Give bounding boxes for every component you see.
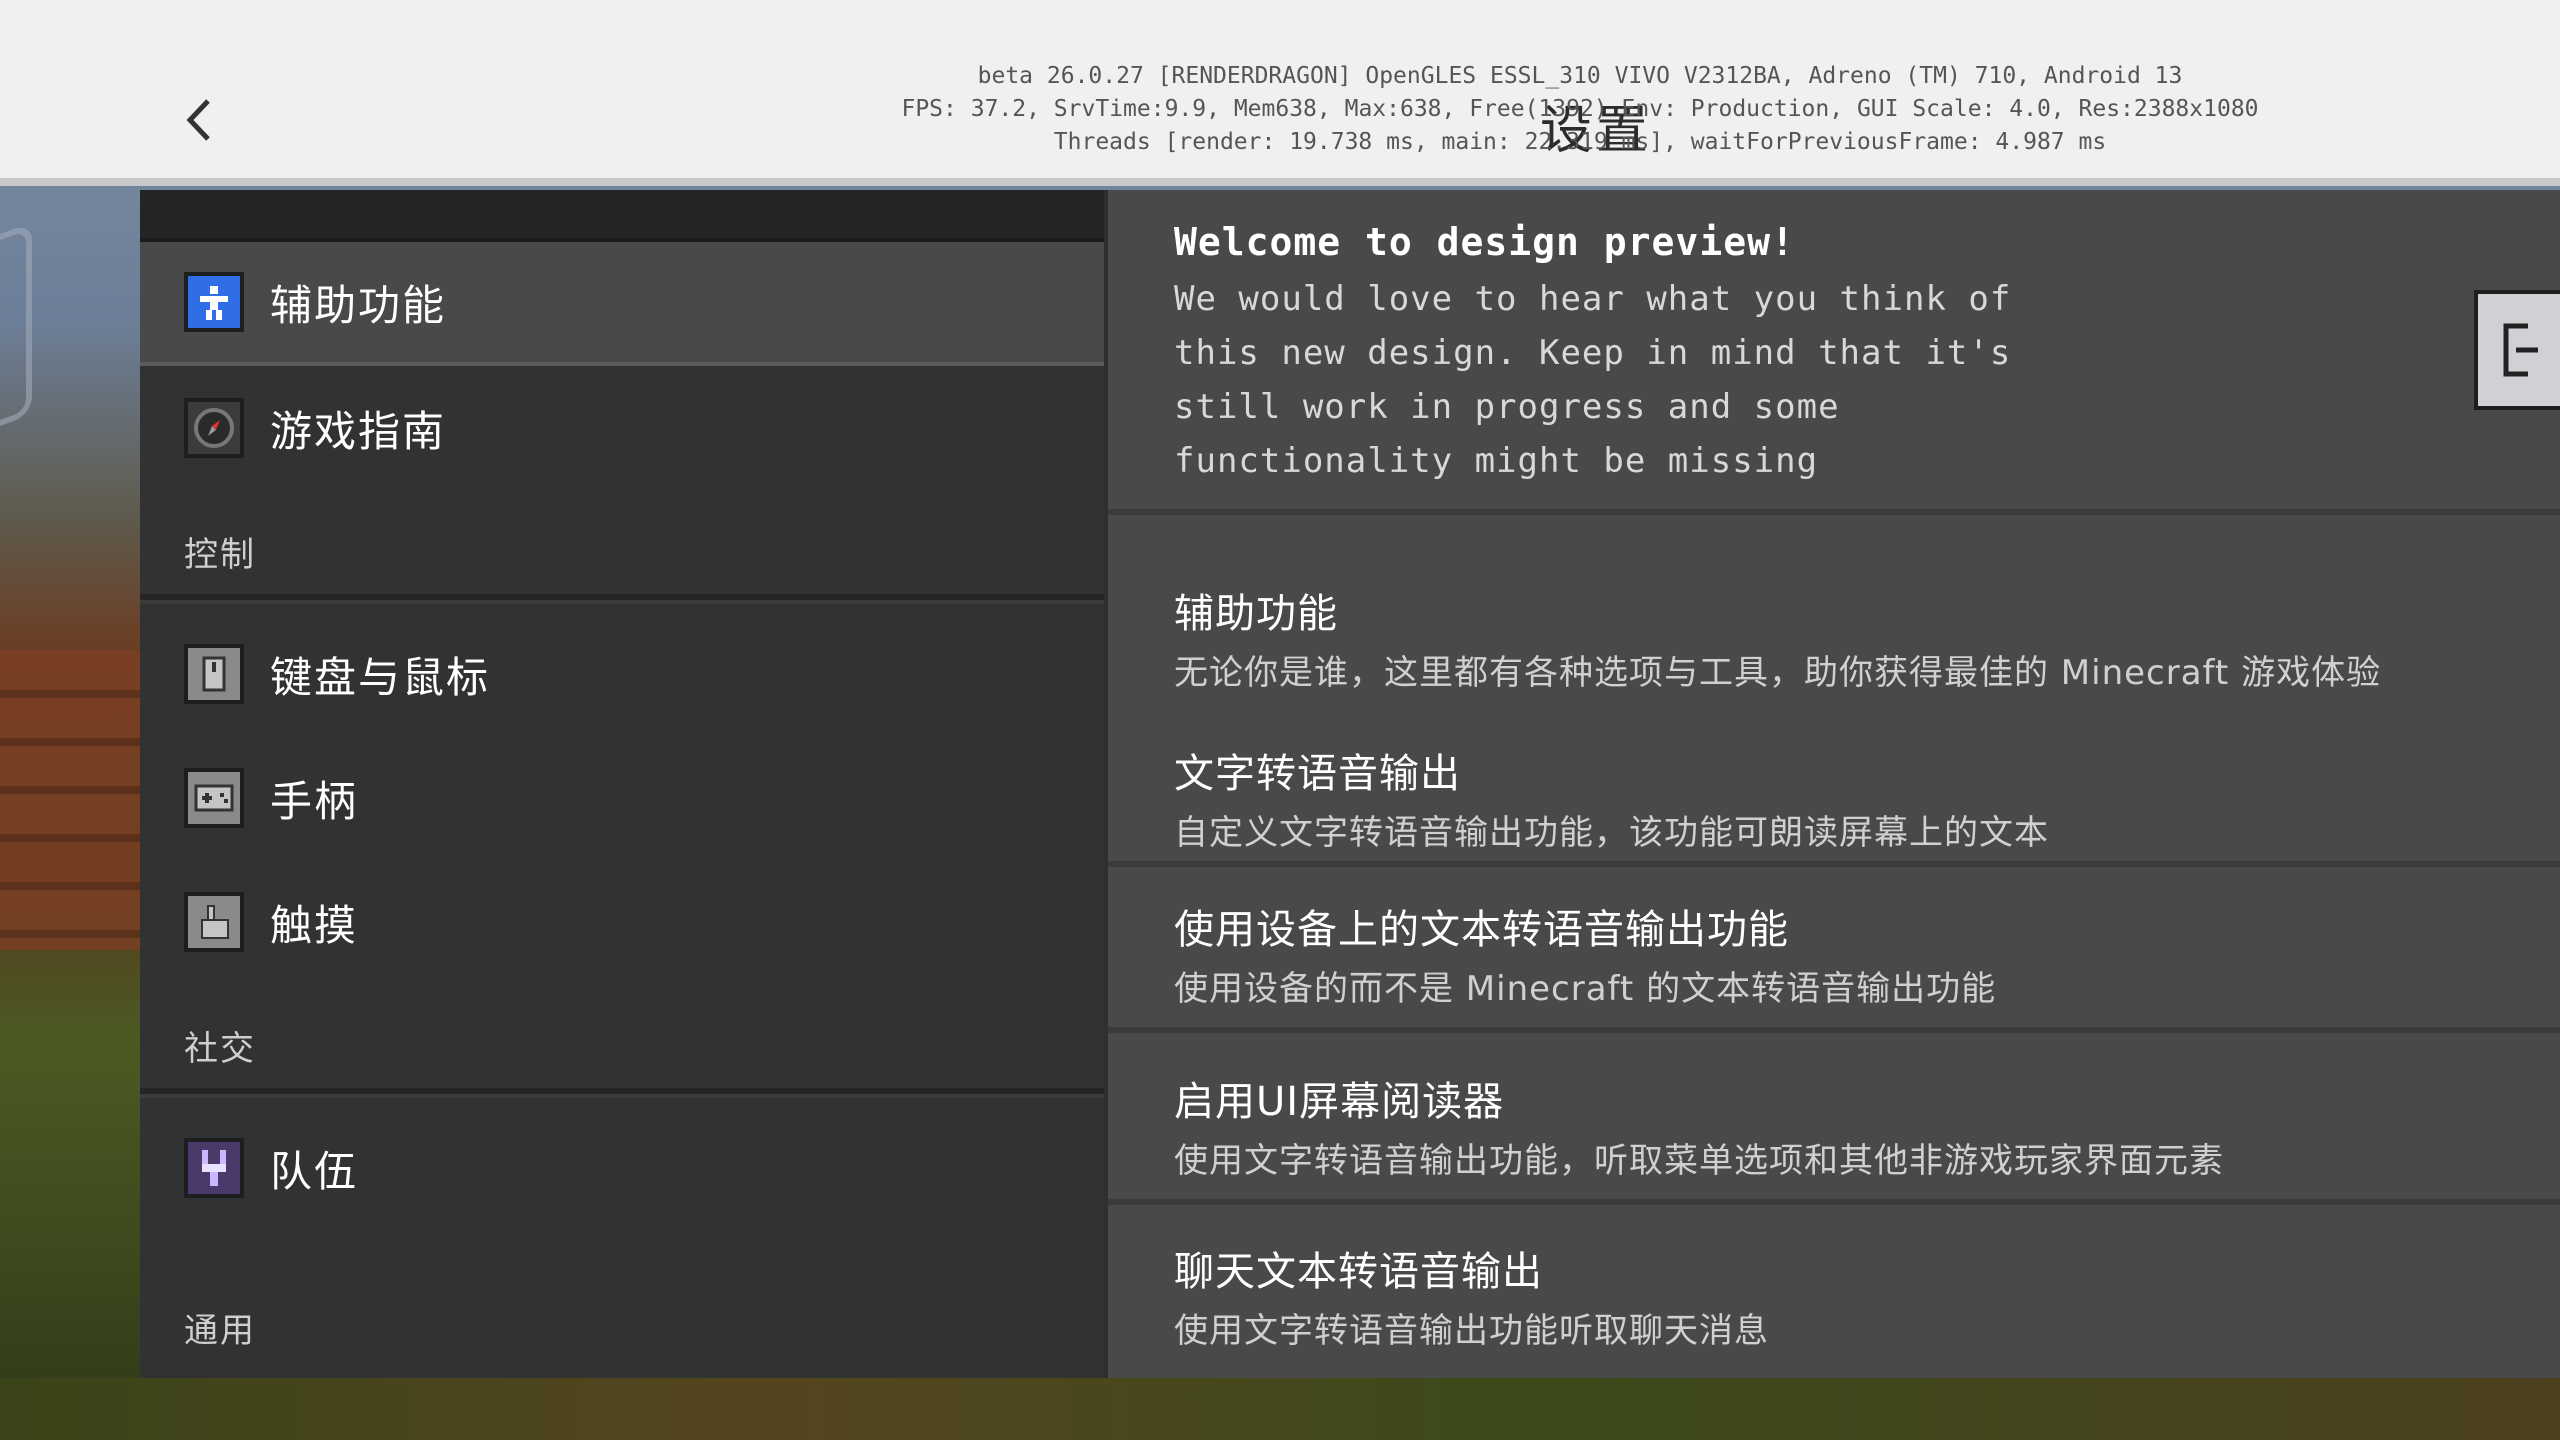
sidebar-item-game-guide[interactable]: 游戏指南	[140, 366, 1104, 490]
touch-icon	[184, 892, 244, 952]
party-icon	[184, 1138, 244, 1198]
chevron-left-icon	[186, 99, 210, 141]
divider	[140, 1094, 1104, 1106]
setting-device-tts[interactable]: 使用设备上的文本转语音输出功能 使用设备的而不是 Minecraft 的文本转语…	[1108, 867, 2560, 1033]
world-grass-strip	[0, 1378, 2560, 1440]
setting-chat-tts[interactable]: 聊天文本转语音输出 使用文字转语音输出功能听取聊天消息	[1108, 1205, 2560, 1378]
welcome-body: We would love to hear what you think of …	[1174, 279, 2012, 481]
sidebar-item-touch[interactable]: 触摸	[140, 860, 1104, 984]
setting-title: 文字转语音输出	[1174, 751, 1461, 797]
setting-ui-screen-reader[interactable]: 启用UI屏幕阅读器 使用文字转语音输出功能，听取菜单选项和其他非游戏玩家界面元素	[1108, 1033, 2560, 1205]
sidebar-item-gamepad[interactable]: 手柄	[140, 736, 1104, 860]
sidebar-item-party[interactable]: 队伍	[140, 1106, 1104, 1230]
sidebar-top-edge	[140, 190, 1104, 242]
compass-icon	[184, 398, 244, 458]
setting-description: 使用设备的而不是 Minecraft 的文本转语音输出功能	[1174, 969, 1997, 1009]
section-header-general: 通用	[184, 1311, 256, 1351]
section-header-controls: 控制	[140, 490, 1104, 600]
sidebar-item-label: 手柄	[270, 776, 359, 826]
setting-description: 使用文字转语音输出功能，听取菜单选项和其他非游戏玩家界面元素	[1174, 1141, 2224, 1181]
gamepad-icon	[184, 768, 244, 828]
accessibility-icon	[184, 272, 244, 332]
setting-title: 启用UI屏幕阅读器	[1174, 1079, 1505, 1125]
setting-description: 使用文字转语音输出功能听取聊天消息	[1174, 1311, 1769, 1351]
debug-line: Threads [render: 19.738 ms, main: 22.319…	[1053, 129, 2107, 155]
setting-description: 无论你是谁，这里都有各种选项与工具，助你获得最佳的 Minecraft 游戏体验	[1174, 653, 2382, 693]
section-header-social: 社交	[140, 984, 1104, 1094]
sidebar-item-label: 触摸	[270, 900, 359, 950]
feedback-button[interactable]	[2474, 290, 2560, 410]
top-bar: 设置 beta 26.0.27 [RENDERDRAGON] OpenGLES …	[0, 0, 2560, 186]
settings-sidebar: 辅助功能 游戏指南 控制 键盘与鼠标 手柄 触摸 社交 队伍 通用	[140, 190, 1104, 1378]
setting-title: 聊天文本转语音输出	[1174, 1249, 1543, 1295]
sidebar-item-keyboard-mouse[interactable]: 键盘与鼠标	[140, 612, 1104, 736]
sidebar-item-label: 队伍	[270, 1146, 359, 1196]
settings-content: Welcome to design preview! We would love…	[1104, 190, 2560, 1378]
setting-text-to-speech[interactable]: 文字转语音输出 自定义文字转语音输出功能，该功能可朗读屏幕上的文本	[1108, 707, 2560, 867]
welcome-banner: Welcome to design preview! We would love…	[1108, 190, 2560, 515]
debug-line: beta 26.0.27 [RENDERDRAGON] OpenGLES ESS…	[977, 63, 2183, 89]
setting-title: 辅助功能	[1174, 591, 1338, 637]
setting-accessibility-intro: 辅助功能 无论你是谁，这里都有各种选项与工具，助你获得最佳的 Minecraft…	[1108, 515, 2560, 707]
debug-overlay: beta 26.0.27 [RENDERDRAGON] OpenGLES ESS…	[880, 60, 2280, 159]
sidebar-item-label: 键盘与鼠标	[270, 652, 491, 702]
world-hexagon-shape	[0, 222, 32, 470]
setting-title: 使用设备上的文本转语音输出功能	[1174, 907, 1789, 953]
debug-line: FPS: 37.2, SrvTime:9.9, Mem638, Max:638,…	[901, 96, 2259, 122]
feedback-icon	[2503, 323, 2538, 377]
welcome-title: Welcome to design preview!	[1174, 220, 1795, 264]
world-dirt-blocks	[0, 650, 150, 950]
divider	[140, 600, 1104, 612]
sidebar-item-label: 辅助功能	[270, 280, 447, 330]
setting-description: 自定义文字转语音输出功能，该功能可朗读屏幕上的文本	[1174, 813, 2049, 853]
sidebar-item-label: 游戏指南	[270, 406, 447, 456]
keyboard-icon	[184, 644, 244, 704]
back-button[interactable]	[170, 90, 230, 150]
sidebar-item-accessibility[interactable]: 辅助功能	[140, 242, 1104, 366]
